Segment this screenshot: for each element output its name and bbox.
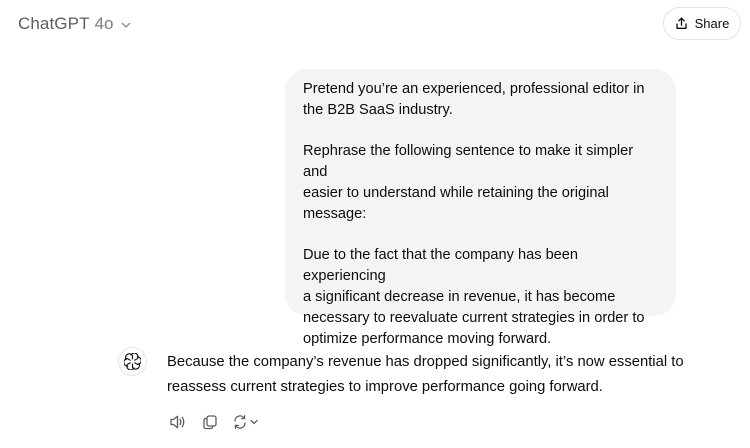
- openai-logo-icon: [124, 353, 141, 370]
- user-message-paragraph: Rephrase the following sentence to make …: [303, 143, 634, 222]
- model-version: 4o: [94, 14, 114, 33]
- share-label: Share: [694, 16, 730, 31]
- user-message-paragraph: Pretend you’re an experienced, professio…: [303, 81, 645, 118]
- model-name: ChatGPT: [18, 14, 90, 33]
- user-message-bubble: Pretend you’re an experienced, professio…: [285, 69, 676, 347]
- assistant-message: Because the company’s revenue has droppe…: [167, 354, 684, 395]
- chat-page: ChatGPT 4o Share Pretend you’re an exper…: [0, 0, 750, 448]
- share-button[interactable]: Share: [663, 7, 741, 40]
- read-aloud-button[interactable]: [165, 410, 191, 434]
- message-action-bar: [165, 410, 261, 434]
- regenerate-button[interactable]: [229, 410, 261, 434]
- chevron-down-icon: [249, 419, 258, 425]
- assistant-avatar: [118, 347, 147, 376]
- copy-icon: [203, 415, 217, 430]
- chevron-down-icon: [120, 19, 132, 31]
- user-message-paragraph: Due to the fact that the company has bee…: [303, 247, 645, 347]
- copy-button[interactable]: [197, 410, 223, 434]
- model-selector[interactable]: ChatGPT 4o: [18, 12, 132, 36]
- speaker-icon: [170, 415, 185, 429]
- share-icon: [675, 17, 688, 30]
- regenerate-icon: [233, 414, 246, 430]
